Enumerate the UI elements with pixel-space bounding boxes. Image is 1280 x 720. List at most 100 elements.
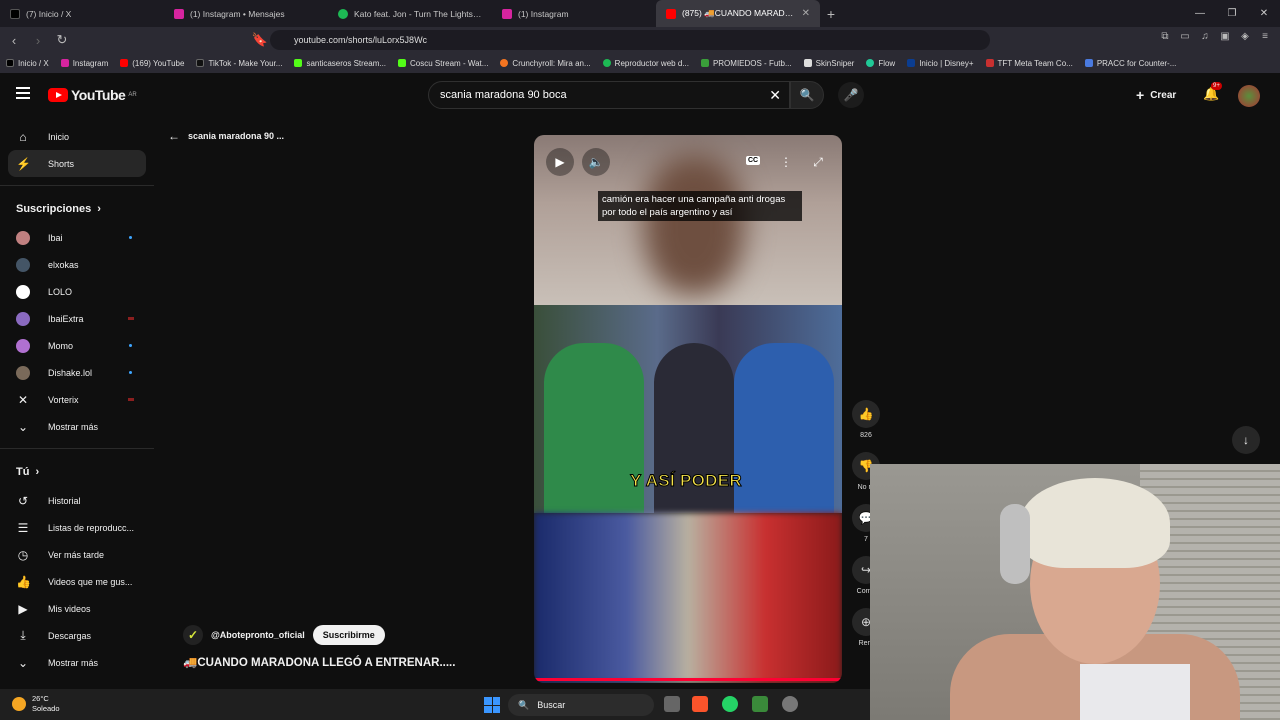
back-to-search[interactable]: ← scania maradona 90 ... <box>168 129 284 143</box>
browser-tab-active[interactable]: (875) 🚚CUANDO MARADONA ✕ <box>656 0 820 27</box>
video-title[interactable]: 🚚CUANDO MARADONA LLEGÓ A ENTRENAR..... <box>183 655 455 669</box>
sidebar-item-shorts[interactable]: ⚡ Shorts <box>8 150 146 177</box>
channel-avatar[interactable]: ✓ <box>183 625 203 645</box>
bookmark-item[interactable]: Inicio | Disney+ <box>901 59 979 68</box>
sidebar-item-sub[interactable]: Dishake.lol <box>0 359 154 386</box>
volume-icon[interactable]: 🔈 <box>582 148 610 176</box>
maximize-icon[interactable]: ❐ <box>1216 0 1248 27</box>
sidebar-item-playlists[interactable]: ☰ Listas de reproducc... <box>0 514 154 541</box>
sidebar-item-sub[interactable]: Momo <box>0 332 154 359</box>
url-field[interactable]: youtube.com/shorts/luLorx5J8Wc <box>270 30 990 50</box>
video-progress-bar[interactable] <box>534 678 842 681</box>
sidebar-item-sub[interactable]: Ibai <box>0 224 154 251</box>
app-icon[interactable] <box>752 696 768 712</box>
bookmark-label: Instagram <box>72 58 109 68</box>
create-button[interactable]: + Crear <box>1136 87 1176 103</box>
sidebar-item-my-videos[interactable]: ▶ Mis videos <box>0 595 154 622</box>
sidebar-show-more[interactable]: ⌄ Mostrar más <box>0 413 154 440</box>
sidebar-item-liked[interactable]: 👍 Videos que me gus... <box>0 568 154 595</box>
bookmark-item[interactable]: PRACC for Counter-... <box>1079 59 1183 68</box>
bookmark-item[interactable]: santicaseros Stream... <box>288 59 392 68</box>
youtube-logo[interactable]: YouTube AR <box>48 87 137 103</box>
bookmark-item[interactable]: (169) YouTube <box>114 59 190 68</box>
divider <box>0 185 154 186</box>
sidebar-item-history[interactable]: ↺ Historial <box>0 487 154 514</box>
hamburger-menu-icon[interactable] <box>16 87 30 99</box>
task-view-icon[interactable] <box>664 696 680 712</box>
bookmark-favicon-icon <box>500 59 509 67</box>
new-tab-icon[interactable]: + <box>820 6 842 22</box>
sidebar-item-sub[interactable]: elxokas <box>0 251 154 278</box>
browser-tab[interactable]: (7) Inicio / X <box>0 0 164 27</box>
search-input[interactable]: scania maradona 90 boca ✕ <box>428 81 790 109</box>
channel-name[interactable]: @Abotepronto_oficial <box>211 630 305 640</box>
sidebar-item-downloads[interactable]: ⤓ Descargas <box>0 622 154 649</box>
browser-tab[interactable]: (1) Instagram • Mensajes <box>164 0 328 27</box>
sidebar-item-inicio[interactable]: ⌂ Inicio <box>0 123 154 150</box>
extension-icon[interactable]: ⧉ <box>1158 30 1172 44</box>
bookmark-item[interactable]: Inicio / X <box>0 59 55 68</box>
search-button[interactable]: 🔍 <box>790 81 824 109</box>
clear-search-icon[interactable]: ✕ <box>769 87 781 104</box>
browser-tab[interactable]: Kato feat. Jon - Turn The Lights Off ( <box>328 0 492 27</box>
bookmark-icon[interactable]: 🔖 <box>250 32 270 48</box>
like-button[interactable]: 👍 826 <box>848 400 884 452</box>
bookmark-item[interactable]: Coscu Stream - Wat... <box>392 59 494 68</box>
sidebar-item-sub[interactable]: LOLO <box>0 278 154 305</box>
reload-icon[interactable]: ↻ <box>52 32 72 48</box>
close-tab-icon[interactable]: ✕ <box>802 8 810 19</box>
subscribe-button[interactable]: Suscribirme <box>312 625 385 645</box>
minimize-icon[interactable]: — <box>1184 0 1216 27</box>
play-button[interactable]: ▶ <box>546 148 574 176</box>
bookmark-item[interactable]: TFT Meta Team Co... <box>980 59 1079 68</box>
taskbar-search[interactable]: 🔍 Buscar <box>508 694 654 716</box>
bookmark-label: SkinSniper <box>815 58 855 68</box>
playlist-icon: ☰ <box>17 520 29 535</box>
windows-start-icon[interactable] <box>484 697 500 713</box>
channel-avatar <box>16 311 30 326</box>
sidebar-icon[interactable]: ▭ <box>1178 30 1192 44</box>
notifications-bell-icon[interactable]: 🔔 9+ <box>1203 82 1222 102</box>
vpn-icon[interactable]: ◈ <box>1238 30 1252 44</box>
bookmark-item[interactable]: Reproductor web d... <box>597 59 695 68</box>
sidebar-show-more[interactable]: ⌄ Mostrar más <box>0 649 154 676</box>
close-window-icon[interactable]: ✕ <box>1248 0 1280 27</box>
closed-captions-icon[interactable]: CC <box>746 156 761 165</box>
brave-browser-icon[interactable] <box>692 696 708 712</box>
bookmark-item[interactable]: Instagram <box>55 59 115 68</box>
whatsapp-icon[interactable] <box>722 696 738 712</box>
weather-widget[interactable]: 26°C Soleado <box>12 694 60 714</box>
bookmark-item[interactable]: Flow <box>860 59 901 68</box>
subscriptions-heading[interactable]: Suscripciones › <box>0 194 154 224</box>
bookmark-label: TFT Meta Team Co... <box>997 58 1073 68</box>
wallet-icon[interactable]: ▣ <box>1218 30 1232 44</box>
more-options-icon[interactable]: ⋮ <box>772 148 800 176</box>
forward-icon[interactable]: › <box>28 33 48 48</box>
bookmark-favicon-icon <box>196 59 205 67</box>
fullscreen-icon[interactable]: ⤢ <box>804 148 832 176</box>
back-icon[interactable]: ‹ <box>4 33 24 48</box>
sidebar-item-sub[interactable]: IbaiExtra <box>0 305 154 332</box>
video-frame-flag <box>534 513 842 683</box>
bookmark-item[interactable]: Crunchyroll: Mira an... <box>494 59 596 68</box>
bookmark-label: PROMIEDOS - Futb... <box>712 58 792 68</box>
settings-menu-icon[interactable]: ≡ <box>1258 30 1272 44</box>
browser-tab[interactable]: (1) Instagram <box>492 0 656 27</box>
sidebar-item-watch-later[interactable]: ◷ Ver más tarde <box>0 541 154 568</box>
next-short-arrow-icon[interactable]: ↓ <box>1232 426 1260 454</box>
bookmark-label: Inicio | Disney+ <box>919 58 974 68</box>
bookmark-item[interactable]: PROMIEDOS - Futb... <box>695 59 798 68</box>
account-avatar[interactable] <box>1238 85 1260 107</box>
bookmark-item[interactable]: TikTok - Make Your... <box>190 59 288 68</box>
chevron-right-icon: › <box>35 466 40 478</box>
music-icon[interactable]: ♫ <box>1198 30 1212 44</box>
shorts-video-player[interactable]: ▶ 🔈 CC ⋮ ⤢ camión era hacer una campaña … <box>534 135 842 683</box>
sidebar-item-sub[interactable]: ✕ Vorterix <box>0 386 154 413</box>
you-heading[interactable]: Tú › <box>0 457 154 487</box>
sidebar-item-label: Inicio <box>48 131 70 142</box>
bookmark-item[interactable]: SkinSniper <box>798 59 861 68</box>
channel-avatar <box>16 365 30 380</box>
app-icon[interactable] <box>782 696 798 712</box>
shorts-icon: ⚡ <box>16 156 31 171</box>
voice-search-icon[interactable]: 🎤 <box>838 82 864 108</box>
